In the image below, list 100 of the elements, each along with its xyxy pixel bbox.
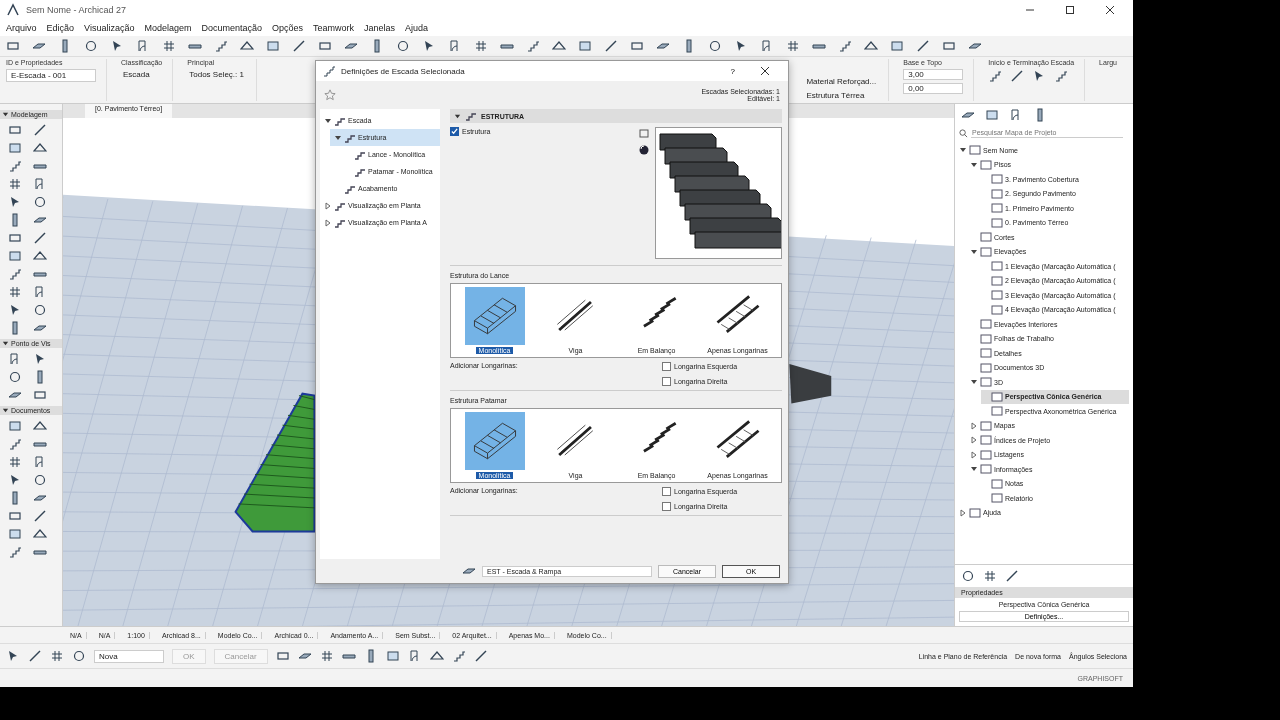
menu-item[interactable]: Ajuda (405, 23, 429, 33)
stair-icon[interactable] (8, 437, 22, 451)
stair-icon[interactable] (8, 159, 22, 173)
height-field[interactable]: 3,00 (903, 69, 964, 80)
wall-icon[interactable] (630, 39, 644, 53)
star-icon[interactable] (324, 89, 336, 101)
wall-icon[interactable] (318, 39, 332, 53)
window-icon[interactable] (8, 141, 22, 155)
help-button[interactable]: ? (722, 66, 743, 76)
collapse-icon[interactable] (454, 112, 461, 120)
wall-icon[interactable] (33, 388, 47, 402)
close-icon[interactable] (760, 66, 770, 76)
stair-icon[interactable] (1054, 69, 1069, 83)
classification-value[interactable]: Escada (121, 69, 163, 80)
roof-icon[interactable] (429, 649, 444, 663)
roof-icon[interactable] (864, 39, 878, 53)
roof-icon[interactable] (33, 249, 47, 263)
expand-icon[interactable] (970, 421, 978, 430)
menu-item[interactable]: Janelas (364, 23, 396, 33)
stair-icon[interactable] (214, 39, 228, 53)
expand-icon[interactable] (959, 508, 967, 517)
line-icon[interactable] (1005, 569, 1019, 583)
expand-icon[interactable] (970, 436, 978, 445)
collapse-icon[interactable] (324, 116, 332, 125)
collapse-icon[interactable] (970, 160, 978, 169)
grid-icon[interactable] (319, 649, 334, 663)
roof-icon[interactable] (552, 39, 566, 53)
grid-icon[interactable] (162, 39, 176, 53)
roof-icon[interactable] (33, 527, 47, 541)
expand-icon[interactable] (970, 450, 978, 459)
wall-icon[interactable] (8, 231, 22, 245)
line-icon[interactable] (292, 39, 306, 53)
grid-icon[interactable] (50, 649, 64, 663)
wall-icon[interactable] (6, 39, 20, 53)
line-icon[interactable] (33, 123, 47, 137)
stair-icon[interactable] (838, 39, 852, 53)
sphere-icon[interactable] (637, 143, 651, 157)
window-icon[interactable] (266, 39, 280, 53)
menu-item[interactable]: Arquivo (6, 23, 37, 33)
circle-icon[interactable] (708, 39, 722, 53)
menu-item[interactable]: Modelagem (144, 23, 192, 33)
circle-icon[interactable] (84, 39, 98, 53)
expand-icon[interactable] (324, 201, 332, 210)
id-field[interactable]: E-Escada - 001 (6, 69, 96, 82)
line-icon[interactable] (604, 39, 618, 53)
collapse-icon[interactable] (2, 340, 9, 347)
stair-icon[interactable] (8, 545, 22, 559)
grid-icon[interactable] (8, 177, 22, 191)
circle-icon[interactable] (8, 370, 22, 384)
expand-icon[interactable] (324, 218, 332, 227)
window-icon[interactable] (985, 108, 999, 122)
maximize-icon[interactable] (1065, 5, 1075, 15)
window-icon[interactable] (8, 419, 22, 433)
roof-icon[interactable] (33, 141, 47, 155)
window-icon[interactable] (890, 39, 904, 53)
window-icon[interactable] (8, 527, 22, 541)
menu-item[interactable]: Visualização (84, 23, 135, 33)
window-icon[interactable] (385, 649, 400, 663)
collapse-icon[interactable] (970, 247, 978, 256)
line-icon[interactable] (33, 509, 47, 523)
roof-icon[interactable] (240, 39, 254, 53)
pen-field[interactable]: Nova (94, 649, 164, 663)
stair-icon[interactable] (451, 649, 466, 663)
dropdown[interactable]: Estrutura Térrea (804, 90, 879, 101)
stair-icon[interactable] (8, 267, 22, 281)
grid-icon[interactable] (983, 569, 997, 583)
window-icon[interactable] (578, 39, 592, 53)
grid-icon[interactable] (8, 455, 22, 469)
wall-icon[interactable] (8, 509, 22, 523)
menu-item[interactable]: Teamwork (313, 23, 355, 33)
collapse-icon[interactable] (334, 133, 342, 142)
grid-icon[interactable] (474, 39, 488, 53)
height-field[interactable]: 0,00 (903, 83, 964, 94)
line-icon[interactable] (473, 649, 488, 663)
line-icon[interactable] (916, 39, 930, 53)
grid-icon[interactable] (786, 39, 800, 53)
collapse-icon[interactable] (2, 407, 9, 414)
menu-item[interactable]: Opções (272, 23, 304, 33)
line-icon[interactable] (33, 231, 47, 245)
circle-icon[interactable] (72, 649, 86, 663)
menu-item[interactable]: Edição (46, 23, 75, 33)
wall-icon[interactable] (942, 39, 956, 53)
circle-icon[interactable] (961, 569, 975, 583)
line-icon[interactable] (1010, 69, 1025, 83)
wall-icon[interactable] (8, 123, 22, 137)
stair-icon[interactable] (526, 39, 540, 53)
menu-item[interactable]: Documentação (201, 23, 262, 33)
roof-icon[interactable] (33, 419, 47, 433)
wall-icon[interactable] (275, 649, 290, 663)
circle-icon[interactable] (33, 473, 47, 487)
stair-icon[interactable] (988, 69, 1003, 83)
window-icon[interactable] (8, 249, 22, 263)
circle-icon[interactable] (33, 303, 47, 317)
line-icon[interactable] (28, 649, 42, 663)
dropdown[interactable]: Material Reforçad... (804, 76, 879, 87)
circle-icon[interactable] (33, 195, 47, 209)
circle-icon[interactable] (396, 39, 410, 53)
close-icon[interactable] (1105, 5, 1115, 15)
grid-icon[interactable] (8, 285, 22, 299)
collapse-icon[interactable] (2, 111, 9, 118)
